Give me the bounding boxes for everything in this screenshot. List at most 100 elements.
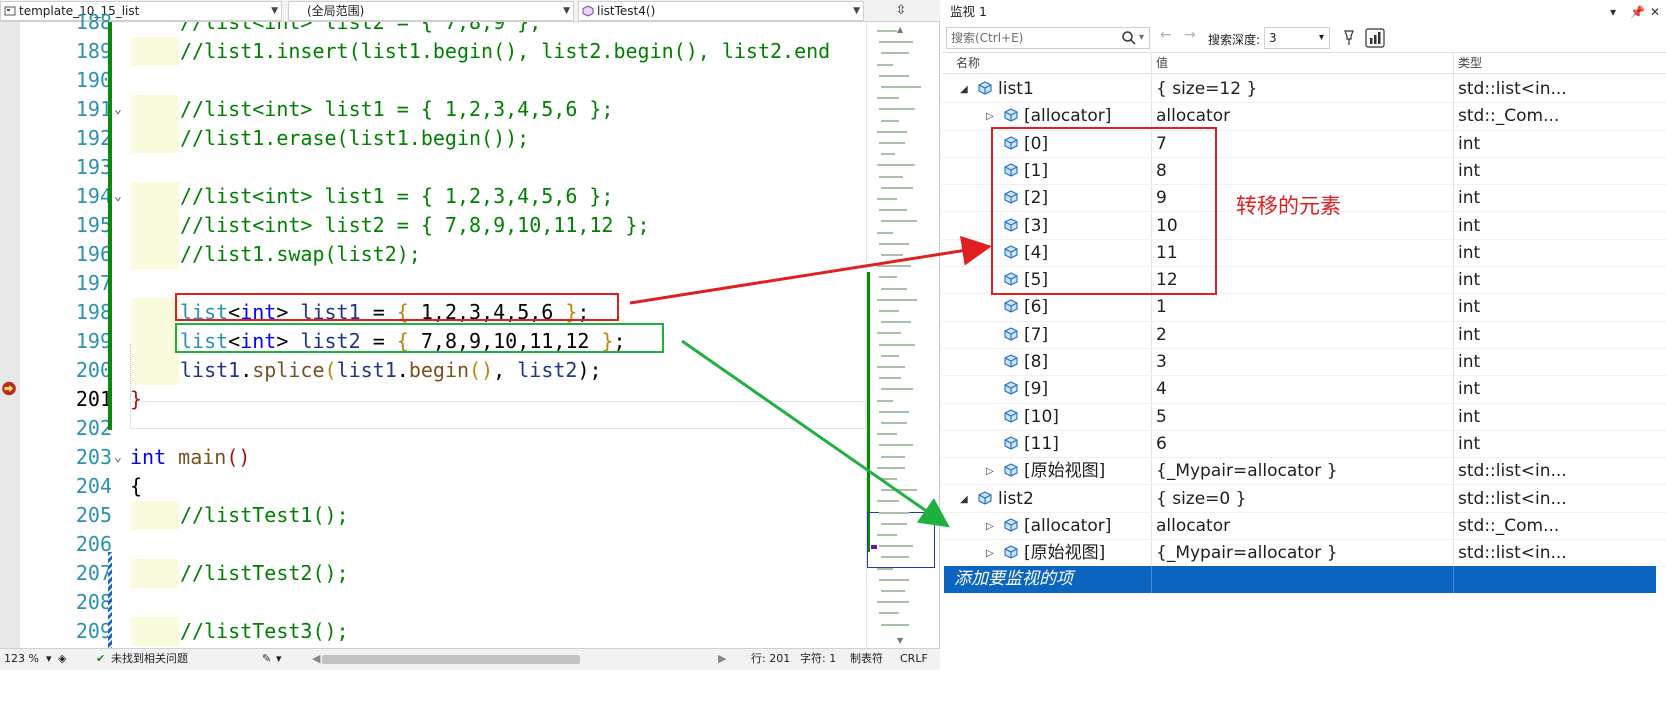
issues-status[interactable]: 未找到相关问题 [111, 649, 188, 669]
code-line[interactable]: //listTest2(); [114, 559, 866, 588]
watch-value[interactable]: 4 [1156, 376, 1167, 403]
collapse-triangle-icon[interactable]: ◢ [960, 486, 968, 513]
code-line[interactable]: //list1.insert(list1.begin(), list2.begi… [114, 37, 866, 66]
split-window-button[interactable]: ⇳ [888, 2, 914, 20]
code-line[interactable] [114, 153, 866, 182]
code-line[interactable]: { [114, 472, 866, 501]
add-watch-item-row[interactable]: 添加要监视的项 [944, 566, 1656, 593]
horizontal-scrollbar-thumb[interactable] [322, 655, 580, 664]
code-line[interactable]: ⌄ //list<int> list1 = { 1,2,3,4,5,6 }; [114, 182, 866, 211]
minimap-code-line [879, 310, 899, 312]
scope-dropdown[interactable]: (全局范围) ▼ [288, 1, 574, 21]
watch-value[interactable]: 2 [1156, 322, 1167, 349]
scroll-down-arrow-icon[interactable]: ▼ [897, 636, 903, 645]
watch-value[interactable]: {_Mypair=allocator } [1156, 458, 1338, 485]
code-line[interactable]: //list<int> list2 = { 7,8,9 }; [114, 22, 866, 37]
fold-chevron-icon[interactable]: ⌄ [114, 443, 126, 472]
code-line[interactable]: //listTest1(); [114, 501, 866, 530]
watch-row[interactable]: ▷ [原始视图] {_Mypair=allocator } std::list<in.… [942, 540, 1666, 568]
watch-row[interactable]: ◢ list1 { size=12 } std::list<in... [942, 76, 1666, 104]
zoom-level[interactable]: 123 % [4, 649, 39, 669]
column-type[interactable]: 类型 [1458, 53, 1482, 73]
search-next-arrow-icon[interactable]: → [1184, 27, 1196, 43]
column-divider [1151, 566, 1152, 593]
watch-value[interactable]: allocator [1156, 513, 1230, 540]
watch-search-input[interactable]: 搜索(Ctrl+E) ▾ [946, 27, 1150, 49]
code-line[interactable]: //listTest3(); [114, 617, 866, 646]
column-value[interactable]: 值 [1156, 53, 1168, 73]
line-indicator[interactable]: 行: 201 [751, 649, 790, 669]
dropdown-chevron-icon[interactable]: ▾ [1610, 0, 1616, 24]
minimap-code-line [879, 578, 909, 581]
line-number: 209 [75, 619, 112, 643]
tabs-indicator[interactable]: 制表符 [850, 649, 883, 669]
scroll-up-arrow-icon[interactable]: ▲ [897, 25, 903, 34]
search-depth-dropdown[interactable]: 3 ▾ [1264, 27, 1330, 49]
watch-row[interactable]: [6] 1 int [942, 294, 1666, 322]
minimap-code-line [881, 489, 917, 492]
watch-row[interactable]: ◢ list2 { size=0 } std::list<in... [942, 486, 1666, 513]
code-line[interactable] [114, 414, 866, 443]
code-line[interactable]: ⌄ //list<int> list1 = { 1,2,3,4,5,6 }; [114, 95, 866, 124]
watch-row[interactable]: [11] 6 int [942, 431, 1666, 459]
column-name[interactable]: 名称 [956, 53, 980, 73]
char-indicator[interactable]: 字符: 1 [800, 649, 836, 669]
pin-property-icon[interactable] [1338, 27, 1360, 49]
watch-row[interactable]: [8] 3 int [942, 349, 1666, 377]
watch-value[interactable]: { size=0 } [1156, 486, 1246, 513]
function-dropdown[interactable]: listTest4() ▼ [578, 1, 864, 21]
code-line[interactable] [114, 530, 866, 559]
breakpoint-margin[interactable] [0, 22, 20, 650]
code-line[interactable]: ⌄ int main() [114, 443, 866, 472]
expand-triangle-icon[interactable]: ▷ [986, 458, 994, 485]
minimap-code-line [879, 444, 913, 447]
chevron-down-icon[interactable]: ▾ [276, 649, 282, 669]
code-text: } [130, 387, 143, 411]
minimap-code-line [881, 321, 911, 324]
watch-row[interactable]: ▷ [allocator] allocator std::_Com... [942, 513, 1666, 541]
intellicode-icon[interactable]: ◈ [58, 649, 66, 669]
expand-triangle-icon[interactable]: ▷ [986, 540, 994, 567]
watch-value[interactable]: { size=12 } [1156, 76, 1257, 103]
chevron-down-icon[interactable]: ▾ [1139, 28, 1144, 48]
minimap-code-line [881, 153, 895, 156]
chevron-down-icon[interactable]: ▾ [46, 649, 52, 669]
collapse-triangle-icon[interactable]: ◢ [960, 76, 968, 103]
scroll-right-arrow-icon[interactable]: ▶ [718, 649, 726, 669]
scroll-left-arrow-icon[interactable]: ◀ [312, 649, 320, 669]
cleanup-brush-icon[interactable]: ✎ [262, 649, 271, 669]
watch-row[interactable]: [7] 2 int [942, 322, 1666, 349]
watch-value[interactable]: 6 [1156, 431, 1167, 458]
watch-row[interactable]: [10] 5 int [942, 404, 1666, 431]
minimap[interactable] [866, 22, 935, 650]
pin-icon[interactable]: 📌 [1630, 0, 1645, 24]
visualizer-chart-icon[interactable] [1364, 27, 1386, 49]
horizontal-scrollbar[interactable] [322, 655, 718, 664]
search-previous-arrow-icon[interactable]: ← [1160, 27, 1172, 43]
code-text: int main() [130, 443, 250, 472]
code-editor[interactable]: template_10_15_list ▼ (全局范围) ▼ listTest4… [0, 0, 940, 710]
fold-chevron-icon[interactable]: ⌄ [114, 182, 126, 211]
watch-name: [11] [1024, 433, 1059, 454]
watch-row[interactable]: ▷ [原始视图] {_Mypair=allocator } std::list<in.… [942, 458, 1666, 486]
expand-triangle-icon[interactable]: ▷ [986, 513, 994, 540]
indent-guide-highlight [131, 211, 179, 240]
watch-row[interactable]: [9] 4 int [942, 376, 1666, 404]
variable-cube-icon [1004, 436, 1018, 450]
code-line[interactable]: //list1.erase(list1.begin()); [114, 124, 866, 153]
watch-value[interactable]: 3 [1156, 349, 1167, 376]
watch-value[interactable]: {_Mypair=allocator } [1156, 540, 1338, 567]
code-line[interactable] [114, 66, 866, 95]
watch-value[interactable]: 1 [1156, 294, 1167, 321]
code-line[interactable]: } [114, 385, 866, 414]
search-icon[interactable] [1121, 30, 1137, 46]
code-line[interactable]: //list1.swap(list2); [114, 240, 866, 269]
close-icon[interactable]: ✕ [1650, 0, 1660, 24]
eol-indicator[interactable]: CRLF [900, 649, 928, 669]
minimap-viewport[interactable] [867, 512, 935, 568]
watch-value[interactable]: 5 [1156, 404, 1167, 431]
code-line[interactable]: //list<int> list2 = { 7,8,9,10,11,12 }; [114, 211, 866, 240]
code-line[interactable] [114, 588, 866, 617]
fold-chevron-icon[interactable]: ⌄ [114, 95, 126, 124]
code-line[interactable]: list1.splice(list1.begin(), list2); [114, 356, 866, 385]
